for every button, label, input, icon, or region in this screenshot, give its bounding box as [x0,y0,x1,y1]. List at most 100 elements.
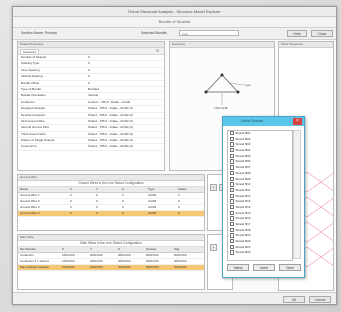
checkbox[interactable] [230,153,235,159]
column-header[interactable]: Y [90,247,92,252]
column-header[interactable]: X [62,247,64,252]
checkbox[interactable] [230,199,235,204]
table-cell: 6000.000 [174,253,187,257]
column-header[interactable]: Y [96,187,98,192]
add-icon[interactable]: + [210,244,217,251]
property-name: Designed Strands [21,106,45,111]
list-item-label: Strand B20 [235,239,251,244]
list-item-label: Strand B12 [235,193,251,198]
column-header[interactable]: Z [118,247,120,252]
property-row[interactable]: Cross Arms Strand - 795.0 - Drake - ACSR … [18,144,164,151]
property-value: Strand - 795.0 - Drake - ACSR (2) [88,106,134,111]
column-header[interactable]: Status [178,187,187,192]
property-value: 0 [88,67,90,72]
checkbox[interactable] [230,210,235,216]
checkbox[interactable] [230,182,235,187]
close-icon[interactable]: × [293,118,302,125]
property-value: Strand - 795.0 - Drake - ACSR (2) [88,112,134,117]
table-cell: 5000.000 [146,253,159,257]
add-icon[interactable]: + [210,184,217,191]
table-row[interactable]: Ground Wire 4 0 0 0 ACSR 0 [18,211,204,217]
strand-list[interactable]: Strand B01 Strand B02 Strand B03 Strand B04… [227,130,293,261]
header-subtitle: Bundle of Strands [158,19,191,24]
ok-button[interactable]: Ok [283,296,305,303]
checkbox[interactable] [230,136,235,142]
list-item-label: Strand B22 [235,250,251,255]
dialog-title: Select Strands [241,119,264,123]
table-cell: 3000.000 [118,253,131,257]
invert-button[interactable]: Invert [253,264,275,271]
window-title: Robot Structural Analysis - Structure Mo… [13,7,336,17]
table-cell: 0 [96,205,98,209]
checkbox[interactable] [230,216,235,221]
table-cell: 0 [178,211,180,215]
table-cell: Ground Wire 2 [20,199,40,203]
help-button[interactable]: Help [287,30,307,37]
table-cell: Ground Wire 4 [20,211,40,215]
main-wire-panel: Main Wire Main Wires in the Line Strand … [17,234,205,290]
column-header[interactable]: Sag [174,247,179,252]
table-cell: 0 [122,211,124,215]
close-button[interactable]: Close [311,30,333,37]
list-item-label: Strand B03 [235,142,251,147]
table-cell: 0 [178,205,180,209]
checkbox[interactable] [230,204,235,210]
property-value: 0 [88,80,90,85]
bundle-select[interactable]: Lyre [179,30,239,36]
property-name: Cross Arms [21,144,37,149]
checkbox[interactable] [230,193,235,198]
column-header[interactable]: Tension [146,247,156,252]
property-name: Bundle Offset [21,80,40,85]
checkbox[interactable] [230,227,235,233]
column-header[interactable]: Set Strands [20,247,36,252]
table-cell: 0 [70,193,72,197]
property-name: Third Ground Wire [21,131,46,136]
list-item-label: Strand B19 [235,233,251,238]
list-item[interactable]: Strand B22 [228,250,292,256]
list-item-label: Strand B15 [235,210,251,215]
table-cell: Conductor [20,253,34,257]
property-value: Vertical [88,93,98,98]
property-name: Pattern of Single Strands [21,138,55,143]
table-cell: 6000.000 [174,265,187,269]
select-button[interactable]: Select [227,264,249,271]
table-cell: 0 [96,193,98,197]
checkbox[interactable] [230,131,235,136]
property-name: Number of Strands [21,55,47,59]
done-button[interactable]: Done [279,264,301,271]
property-value: 6 [88,55,90,59]
checkbox[interactable] [230,250,235,255]
checkbox[interactable] [230,165,235,170]
column-header[interactable]: Z [122,187,124,192]
property-value: 0 [88,61,90,66]
checkbox[interactable] [230,233,235,238]
bundle-label: Selected Bundle: [141,31,168,35]
property-value: Strand - 795.0 - Drake - ACSR (2) [88,131,134,136]
table-cell: 1000.000 [62,265,75,269]
checkbox[interactable] [230,142,235,147]
checkbox[interactable] [230,244,235,250]
cancel-button[interactable]: Cancel [309,296,331,303]
table-cell: 0 [96,199,98,203]
column-header[interactable]: X [70,187,72,192]
table-cell: 5000.000 [146,259,159,263]
checkbox[interactable] [230,239,235,244]
checkbox[interactable] [230,159,235,164]
table-row[interactable]: Main Multiple Strands 1000.000 2000.000 300… [18,265,204,271]
list-scrollbar[interactable] [293,130,301,259]
checkbox[interactable] [230,187,235,193]
checkbox[interactable] [230,148,235,153]
diagram-label-top: Lyre [245,83,251,87]
table-cell: 3000.000 [118,259,131,263]
list-item-label: Strand B10 [235,182,251,187]
status-bar: Ok Cancel [13,292,336,304]
table-cell: 1000.000 [62,259,75,263]
column-header[interactable]: Type [148,187,155,192]
checkbox[interactable] [230,222,235,227]
column-header[interactable]: Name [20,187,28,192]
table-cell: 0 [70,205,72,209]
property-value: Strand - 795.0 - Drake - ACSR (2) [88,125,134,130]
checkbox[interactable] [230,176,235,181]
pin-icon[interactable]: ⊡ [156,48,159,53]
checkbox[interactable] [230,170,235,176]
